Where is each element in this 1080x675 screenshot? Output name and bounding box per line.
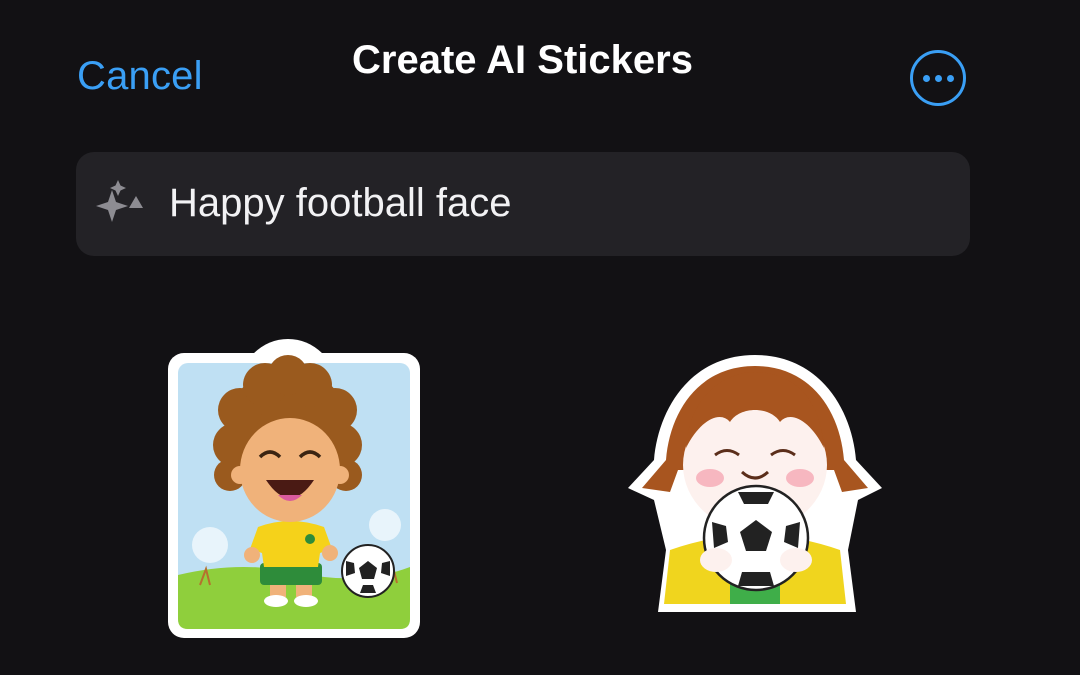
- ellipsis-dot: [946, 74, 954, 82]
- sparkles-icon: [96, 180, 143, 222]
- ellipsis-circle-icon: [922, 74, 930, 82]
- ellipsis-dot: [934, 74, 942, 82]
- boy-sticker-illustration: [168, 339, 420, 638]
- page-title: Create AI Stickers: [352, 38, 693, 82]
- girl-sticker-illustration: [628, 355, 882, 612]
- curly-hair-boy-with-football-sticker[interactable]: [160, 335, 430, 645]
- more-options-button[interactable]: [910, 50, 966, 106]
- create-ai-stickers-screen: Cancel Create AI Stickers: [0, 0, 1080, 675]
- prompt-input[interactable]: [169, 181, 929, 226]
- girl-hugging-football-sticker[interactable]: [620, 350, 890, 625]
